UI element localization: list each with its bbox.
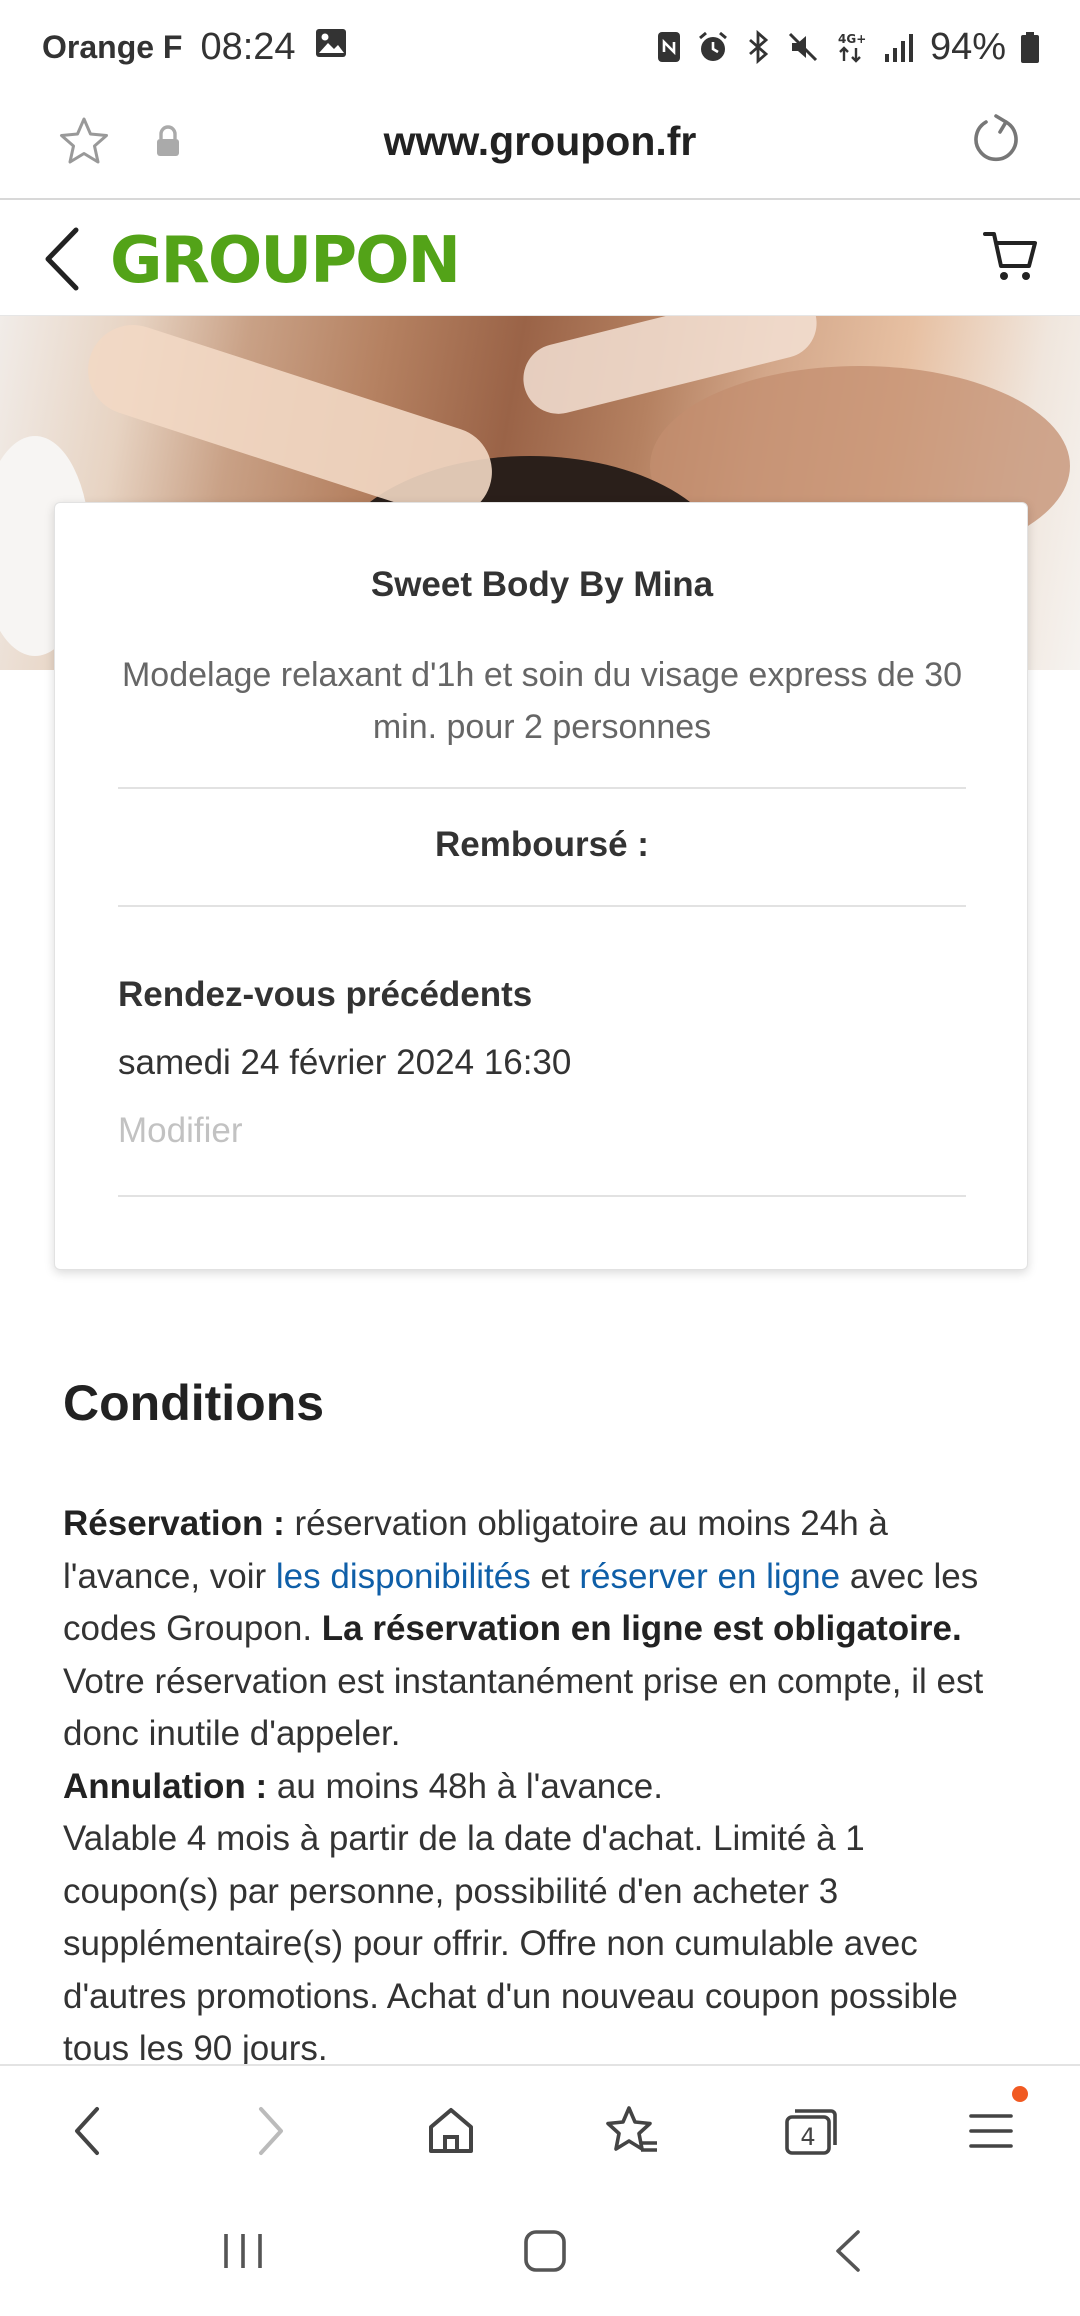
system-back-icon[interactable] bbox=[824, 2226, 874, 2281]
reservation-label: Réservation : bbox=[63, 1504, 285, 1543]
alarm-icon bbox=[696, 30, 730, 64]
conditions-text: Réservation : réservation obligatoire au… bbox=[63, 1498, 1023, 2076]
browser-forward-icon[interactable] bbox=[236, 2096, 306, 2166]
recent-apps-icon[interactable] bbox=[218, 2226, 268, 2281]
signal-icon bbox=[882, 30, 916, 64]
online-required-text: La réservation en ligne est obligatoire. bbox=[321, 1609, 962, 1648]
status-bar: Orange F 08:24 4G+ 94% bbox=[0, 0, 1080, 94]
mute-icon bbox=[786, 30, 820, 64]
tabs-icon[interactable]: 4 bbox=[776, 2096, 846, 2166]
cart-icon[interactable] bbox=[982, 228, 1038, 289]
system-home-icon[interactable] bbox=[520, 2226, 570, 2281]
browser-back-icon[interactable] bbox=[52, 2096, 122, 2166]
modify-button[interactable]: Modifier bbox=[118, 1111, 242, 1151]
conditions-heading: Conditions bbox=[63, 1375, 325, 1431]
svg-text:4G+: 4G+ bbox=[838, 32, 866, 46]
system-navigation-bar bbox=[0, 2190, 1080, 2316]
nfc-icon bbox=[656, 30, 682, 64]
browser-bottom-toolbar: 4 bbox=[0, 2064, 1080, 2190]
deal-description: Modelage relaxant d'1h et soin du visage… bbox=[121, 656, 963, 746]
browser-url-bar: www.groupon.fr bbox=[0, 94, 1080, 200]
clock: 08:24 bbox=[200, 25, 296, 68]
gallery-icon bbox=[314, 26, 348, 69]
tab-count: 4 bbox=[800, 2123, 815, 2151]
groupon-logo[interactable]: GROUPON bbox=[110, 224, 461, 298]
validity-text: Valable 4 mois à partir de la date d'ach… bbox=[63, 1819, 958, 2068]
cancellation-text: au moins 48h à l'avance. bbox=[267, 1766, 663, 1806]
divider bbox=[118, 787, 966, 789]
menu-icon[interactable] bbox=[956, 2096, 1026, 2166]
merchant-name: Sweet Body By Mina bbox=[370, 565, 714, 604]
url-field[interactable]: www.groupon.fr bbox=[0, 118, 1080, 165]
instant-text: Votre réservation est instantanément pri… bbox=[63, 1661, 984, 1754]
appointment-date: samedi 24 février 2024 16:30 bbox=[118, 1043, 572, 1082]
reservation-text: et bbox=[530, 1556, 580, 1596]
back-chevron-icon[interactable] bbox=[40, 224, 86, 299]
reload-icon[interactable] bbox=[966, 110, 1026, 175]
book-online-link[interactable]: réserver en ligne bbox=[579, 1557, 840, 1596]
divider bbox=[118, 1195, 966, 1197]
availability-link[interactable]: les disponibilités bbox=[276, 1557, 531, 1596]
divider bbox=[118, 905, 966, 907]
bluetooth-icon bbox=[744, 30, 772, 64]
battery-icon bbox=[1020, 30, 1040, 64]
cancellation-label: Annulation : bbox=[63, 1766, 268, 1806]
carrier-name: Orange F bbox=[42, 28, 183, 65]
battery-level: 94% bbox=[929, 25, 1006, 68]
site-header: GROUPON bbox=[0, 202, 1080, 316]
previous-appointments-title: Rendez-vous précédents bbox=[118, 975, 533, 1014]
home-icon[interactable] bbox=[416, 2096, 486, 2166]
bookmarks-icon[interactable] bbox=[596, 2096, 666, 2166]
refund-status: Remboursé : bbox=[435, 825, 649, 864]
4g-icon: 4G+ bbox=[834, 30, 868, 64]
voucher-card: Sweet Body By Mina Modelage relaxant d'1… bbox=[54, 502, 1028, 1270]
notification-dot bbox=[1012, 2086, 1028, 2102]
